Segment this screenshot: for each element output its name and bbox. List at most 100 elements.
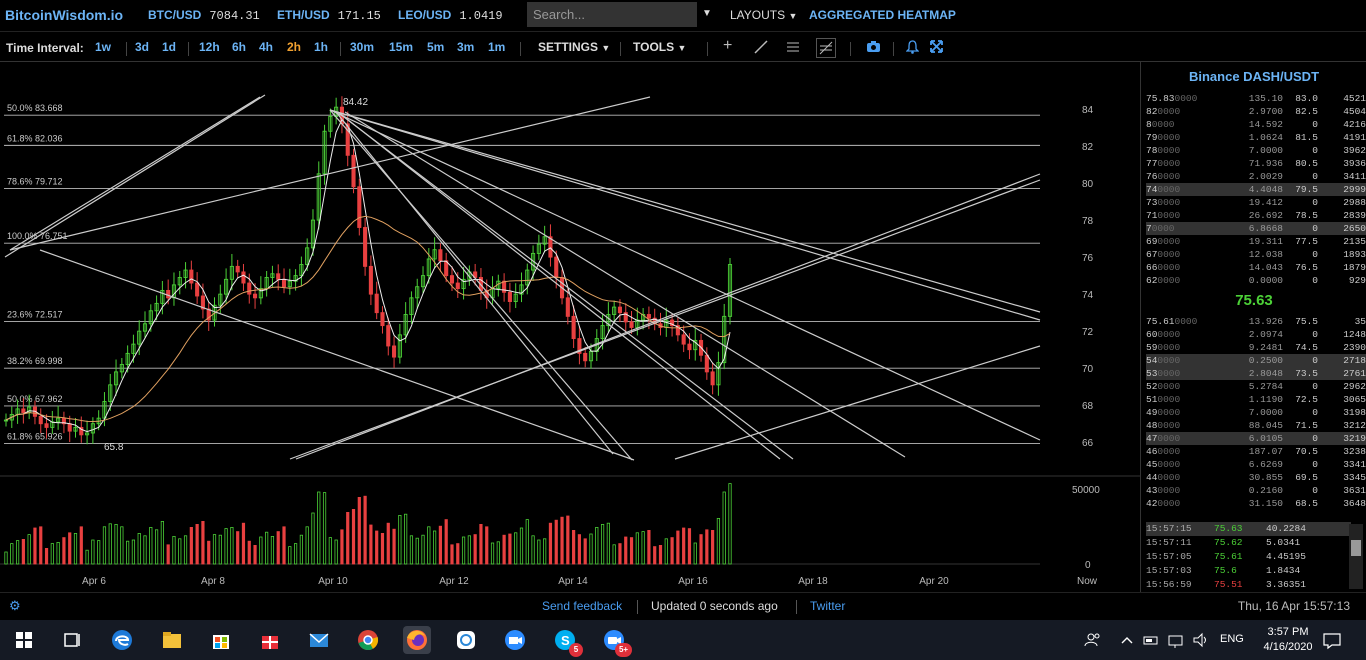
- volume-bar: [716, 517, 721, 565]
- chevron-up-icon[interactable]: [1118, 626, 1136, 654]
- sync-app-icon[interactable]: [452, 626, 480, 654]
- sum: 79.5: [1295, 184, 1318, 195]
- amount: 2.9700: [1248, 106, 1283, 117]
- interval-3d[interactable]: 3d: [135, 40, 149, 54]
- zoom-icon[interactable]: 5+: [600, 626, 632, 657]
- volume-bar: [618, 543, 622, 565]
- skype-icon[interactable]: S 5: [551, 626, 583, 657]
- fullscreen-icon[interactable]: [930, 40, 943, 56]
- gear-icon[interactable]: ⚙: [9, 598, 21, 614]
- fib-level-label: 50.0% 83.668: [7, 103, 63, 113]
- bell-icon[interactable]: [905, 40, 920, 57]
- chevron-down-icon: ▼: [788, 11, 798, 21]
- trades-scrollbar[interactable]: [1349, 524, 1363, 589]
- interval-5m[interactable]: 5m: [427, 40, 444, 54]
- interval-1m[interactable]: 1m: [488, 40, 505, 54]
- people-icon[interactable]: [1082, 626, 1104, 654]
- sum: 0: [1312, 407, 1318, 418]
- volume-bar: [635, 532, 639, 565]
- volume-bar: [444, 519, 448, 565]
- crosshair-icon[interactable]: +: [723, 37, 732, 55]
- interval-15m[interactable]: 15m: [389, 40, 413, 54]
- settings-menu[interactable]: SETTINGS ▼: [538, 40, 610, 54]
- aggregated-heatmap-link[interactable]: AGGREGATED HEATMAP: [809, 8, 956, 22]
- interval-30m[interactable]: 30m: [350, 40, 374, 54]
- y-axis-tick: 84: [1082, 105, 1094, 116]
- trade-time: 15:57:11: [1146, 537, 1192, 548]
- amount: 71.936: [1248, 158, 1283, 169]
- clock[interactable]: 3:57 PM 4/16/2020: [1258, 625, 1318, 655]
- ticker-btc[interactable]: BTC/USD 7084.31: [148, 8, 260, 23]
- volume-bar: [687, 528, 692, 565]
- firefox-icon[interactable]: [403, 626, 431, 654]
- volume-bar: [79, 526, 83, 565]
- price-chart[interactable]: 84 82 80 78 76 74 72 70 68 66 50.0% 83.668 61.8% 82…: [0, 62, 1140, 592]
- amount: 9.2481: [1248, 342, 1283, 353]
- sum: 82.5: [1295, 106, 1318, 117]
- bid-row: 520000 5.2784 0 2962: [1146, 380, 1366, 393]
- battery-icon[interactable]: [1142, 626, 1160, 654]
- volume-bar: [629, 537, 634, 565]
- volume-bar: [126, 540, 130, 565]
- camera-icon[interactable]: [866, 40, 881, 56]
- volume-icon[interactable]: [1191, 626, 1211, 654]
- sum: 76.5: [1295, 262, 1318, 273]
- trade-price: 75.61: [1214, 551, 1243, 562]
- store-icon[interactable]: [207, 626, 235, 654]
- layouts-menu[interactable]: LAYOUTS ▼: [730, 8, 797, 22]
- amount: 30.855: [1248, 472, 1283, 483]
- edge-browser-icon[interactable]: [108, 626, 136, 654]
- interval-2h[interactable]: 2h: [287, 40, 301, 54]
- chart-canvas[interactable]: 84 82 80 78 76 74 72 70 68 66 50.0% 83.668 61.8% 82…: [0, 62, 1140, 592]
- volume-bar: [450, 544, 454, 565]
- send-feedback-link[interactable]: Send feedback: [542, 599, 622, 613]
- interval-12h[interactable]: 12h: [199, 40, 220, 54]
- file-explorer-icon[interactable]: [158, 626, 186, 654]
- task-view-icon[interactable]: [58, 626, 86, 654]
- ask-row: 690000 19.311 77.5 2135: [1146, 235, 1366, 248]
- sum: 0: [1312, 329, 1318, 340]
- volume-bar: [624, 536, 628, 565]
- interval-1d[interactable]: 1d: [162, 40, 176, 54]
- recent-trades-list: 15:57:15 75.63 40.2284 15:57:11 75.62 5.0341 1…: [1146, 522, 1351, 592]
- search-input[interactable]: [527, 2, 697, 27]
- price-suffix: 0000: [1174, 316, 1198, 327]
- volume-bar: [27, 534, 31, 565]
- trendline-icon[interactable]: [754, 40, 768, 57]
- interval-4h[interactable]: 4h: [259, 40, 273, 54]
- hlines-icon[interactable]: [786, 40, 800, 57]
- scrollbar-thumb[interactable]: [1351, 540, 1361, 556]
- volume-bar: [514, 532, 518, 565]
- ticker-eth[interactable]: ETH/USD 171.15: [277, 8, 381, 23]
- camera-app-icon[interactable]: [501, 626, 529, 654]
- tools-menu[interactable]: TOOLS ▼: [633, 40, 686, 54]
- chrome-icon[interactable]: [354, 626, 382, 654]
- interval-1w[interactable]: 1w: [95, 40, 111, 54]
- volume-bar: [50, 543, 54, 565]
- sum: 73.5: [1295, 368, 1318, 379]
- search-dropdown-icon[interactable]: ▼: [702, 8, 712, 19]
- amount: 7.0000: [1248, 145, 1283, 156]
- gift-app-icon[interactable]: [256, 626, 284, 654]
- network-icon[interactable]: [1166, 626, 1186, 654]
- brand-logo[interactable]: BitcoinWisdom.io: [5, 7, 123, 23]
- sum: 0: [1312, 119, 1318, 130]
- zoom-badge: 5+: [615, 643, 632, 657]
- volume-bar: [178, 538, 182, 565]
- price-suffix: 0000: [1157, 145, 1181, 156]
- twitter-link[interactable]: Twitter: [810, 599, 845, 613]
- volume-bar: [670, 537, 674, 565]
- windows-start-icon[interactable]: [10, 626, 38, 654]
- notification-icon[interactable]: [1320, 626, 1344, 654]
- interval-6h[interactable]: 6h: [232, 40, 246, 54]
- fibonacci-tool-icon[interactable]: [816, 38, 836, 58]
- ticker-leo[interactable]: LEO/USD 1.0419: [398, 8, 503, 23]
- price-suffix: 0000: [1151, 223, 1175, 234]
- sum: 0: [1312, 433, 1318, 444]
- candle-body: [438, 249, 443, 262]
- language-indicator[interactable]: ENG: [1220, 633, 1244, 645]
- interval-1h[interactable]: 1h: [314, 40, 328, 54]
- mail-icon[interactable]: [305, 626, 333, 654]
- interval-3m[interactable]: 3m: [457, 40, 474, 54]
- candle-body: [392, 345, 397, 358]
